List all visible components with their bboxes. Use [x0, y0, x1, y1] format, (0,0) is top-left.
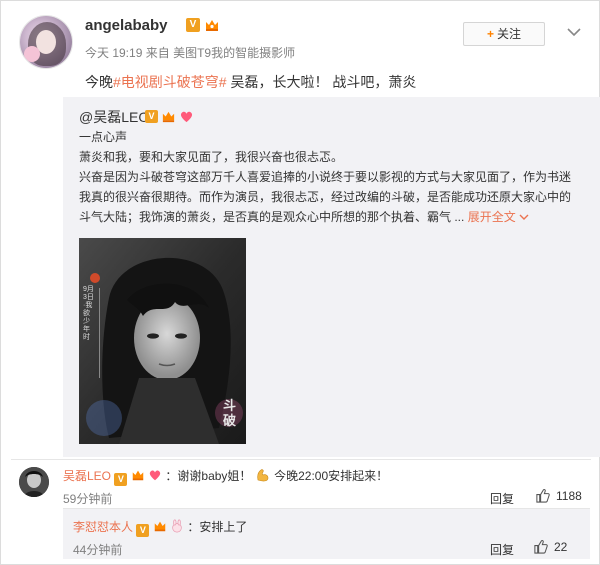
- reply-reply-button[interactable]: 回复: [490, 541, 514, 558]
- verified-v-badge: V: [145, 109, 158, 123]
- commenter-name[interactable]: 吴磊LEO: [63, 469, 111, 483]
- comment-reply-button[interactable]: 回复: [490, 490, 514, 507]
- post-text-prefix: 今晚: [85, 74, 113, 90]
- hashtag-link[interactable]: #电视剧斗破苍穹#: [113, 74, 227, 90]
- nested-reply: 李怼怼本人 V ：安排上了 44分钟前 回复 22: [63, 509, 590, 559]
- post-time[interactable]: 今天 19:19: [85, 46, 142, 60]
- like-count: 1188: [556, 488, 582, 503]
- thumbs-up-icon: [536, 488, 550, 503]
- crown-icon: [162, 111, 175, 122]
- poster-illustration: [79, 238, 246, 444]
- heart-icon: [149, 470, 161, 481]
- post-text-suffix: 吴磊，长大啦！ 战斗吧，萧炎: [226, 74, 417, 90]
- verified-v-badge: V: [186, 18, 200, 32]
- drama-poster-image[interactable]: 9月3日·我欲少年时 斗破: [79, 238, 246, 444]
- like-count: 22: [554, 539, 568, 554]
- expand-label: 展开全文: [467, 210, 516, 224]
- repost-line-last: 斗气大陆；我饰演的萧炎，是否真的是观众心中所想的那个执着、霸气 ... 展开全文: [79, 207, 529, 227]
- repost-line-text: 斗气大陆；我饰演的萧炎，是否真的是观众心中所想的那个执着、霸气 ...: [79, 210, 465, 224]
- comment-time: 59分钟前: [63, 492, 113, 506]
- post-source[interactable]: 美图T9我的智能摄影师: [173, 46, 295, 60]
- follow-button[interactable]: + 关注: [463, 22, 545, 46]
- chevron-down-icon[interactable]: [565, 24, 583, 40]
- comment-body: 吴磊LEO V ：谢谢baby姐！ 今晚22:00安排起来！: [63, 467, 388, 486]
- thumbs-up-icon: [534, 539, 548, 554]
- comment-text-2: 今晚22:00安排起来！: [274, 469, 389, 483]
- weibo-post-card: angelababy V 今天 19:19 来自 美图T9我的智能摄影师 + 关注…: [0, 0, 600, 565]
- poster-date-text: 9月3日·我欲少年时: [83, 286, 94, 341]
- comment-text: ：谢谢baby姐！: [165, 469, 252, 483]
- comment-like-button[interactable]: 1188: [535, 488, 582, 503]
- post-text: 今晚#电视剧斗破苍穹# 吴磊，长大啦！ 战斗吧，萧炎: [85, 72, 416, 92]
- follow-label: 关注: [497, 27, 522, 41]
- reply-time: 44分钟前: [73, 543, 123, 557]
- expand-full-text-link[interactable]: 展开全文: [468, 210, 529, 224]
- reply-author-name[interactable]: 李怼怼本人: [73, 520, 133, 534]
- crown-icon: [132, 470, 143, 481]
- crown-icon: [154, 521, 165, 532]
- author-avatar[interactable]: [19, 15, 73, 69]
- verified-v-badge: V: [114, 473, 128, 486]
- reply-text: ：安排上了: [187, 520, 248, 534]
- repost-line: 我真的很兴奋很期待。而作为演员，我很忐忑，经过改编的斗破，是否能成功还原大家心中…: [79, 190, 572, 204]
- nested-reply-body: 李怼怼本人 V ：安排上了: [73, 518, 247, 537]
- muscle-emoji-icon: [257, 469, 269, 482]
- crown-icon: [206, 20, 218, 31]
- reply-like-button[interactable]: 22: [533, 539, 567, 554]
- repost-author[interactable]: @吴磊LEO: [79, 107, 149, 127]
- repost-author-badges: V: [145, 108, 194, 124]
- repost-line: 兴奋是因为斗破苍穹这部万千人喜爱追捧的小说终于要以影视的方式与大家见面了，作为书…: [79, 170, 572, 184]
- poster-title: 斗破: [223, 398, 237, 428]
- repost-line: 萧炎和我，要和大家见面了，我很兴奋也很忐忑。: [79, 150, 344, 164]
- author-username[interactable]: angelababy: [85, 17, 168, 34]
- plus-icon: +: [486, 27, 494, 41]
- post-from-label: 来自: [145, 46, 170, 60]
- bunny-badge-icon: [172, 519, 182, 533]
- chevron-down-icon: [519, 214, 529, 220]
- commenter-avatar[interactable]: [19, 467, 49, 497]
- heart-icon: [180, 111, 193, 122]
- post-meta: 今天 19:19 来自 美图T9我的智能摄影师: [85, 44, 295, 61]
- divider: [11, 459, 591, 460]
- repost-line: 一点心声: [79, 130, 128, 144]
- verified-v-badge: V: [136, 524, 150, 537]
- reposted-content: @吴磊LEO V 一点心声 萧炎和我，要和大家见面了，我很兴奋也很忐忑。 兴奋是…: [63, 97, 600, 457]
